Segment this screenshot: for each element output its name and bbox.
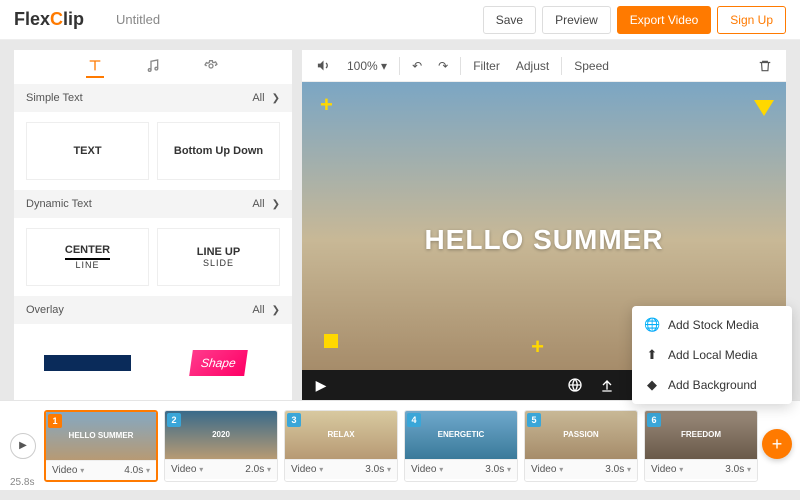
- volume-icon[interactable]: [312, 56, 335, 75]
- section-all: All: [252, 304, 264, 316]
- canvas-text-overlay[interactable]: HELLO SUMMER: [424, 224, 663, 256]
- speed-button[interactable]: Speed: [570, 57, 613, 75]
- clip[interactable]: 5 PASSION Video ▾ 3.0s ▾: [524, 410, 638, 482]
- preset-shape[interactable]: Shape: [157, 334, 280, 392]
- tab-text[interactable]: [86, 60, 104, 78]
- section-dynamic-text[interactable]: Dynamic Text All ❯: [14, 190, 292, 218]
- redo-icon[interactable]: ↷: [434, 57, 452, 75]
- clip-number: 6: [647, 413, 661, 427]
- preset-center-line[interactable]: CENTER LINE: [26, 228, 149, 286]
- sidebar-tabs: [14, 50, 292, 84]
- preview-button[interactable]: Preview: [542, 6, 611, 34]
- preview-toolbar: 100% ▾ ↶ ↷ Filter Adjust Speed: [302, 50, 786, 82]
- clip-type: Video ▾: [411, 464, 443, 475]
- clip-type: Video ▾: [651, 464, 683, 475]
- clip-type: Video ▾: [291, 464, 323, 475]
- logo-accent: C: [50, 9, 63, 29]
- clip-number: 3: [287, 413, 301, 427]
- preset-row-simple: TEXT Bottom Up Down: [14, 112, 292, 190]
- preset-row-overlay: Shape: [14, 324, 292, 392]
- filter-button[interactable]: Filter: [469, 57, 504, 75]
- tab-settings[interactable]: [202, 60, 220, 78]
- globe-icon[interactable]: [566, 376, 584, 394]
- play-icon[interactable]: ▶: [312, 376, 330, 394]
- preset-rectangle[interactable]: [26, 334, 149, 392]
- clip-duration: 3.0s ▾: [485, 464, 511, 475]
- decoration-plus-icon: +: [531, 334, 544, 360]
- clip-duration: 3.0s ▾: [365, 464, 391, 475]
- globe-icon: 🌐: [644, 317, 660, 333]
- clip-label: 2020: [212, 430, 230, 439]
- clip-label: PASSION: [563, 430, 598, 439]
- section-simple-text[interactable]: Simple Text All ❯: [14, 84, 292, 112]
- clip-duration: 4.0s ▾: [124, 465, 150, 476]
- logo: FlexClip: [14, 9, 84, 30]
- preset-row-dynamic: CENTER LINE LINE UP SLIDE: [14, 218, 292, 296]
- decoration-triangle-icon: [754, 100, 774, 116]
- preset-text[interactable]: TEXT: [26, 122, 149, 180]
- upload-icon: ⬆: [644, 347, 660, 363]
- clips-container: 1 HELLO SUMMER Video ▾ 4.0s ▾ 2 2020 Video ▾ 2.…: [44, 410, 790, 482]
- add-local-media[interactable]: ⬆Add Local Media: [632, 340, 792, 370]
- zoom-level[interactable]: 100% ▾: [343, 57, 391, 75]
- chevron-right-icon: ❯: [272, 305, 280, 316]
- clip-type: Video ▾: [531, 464, 563, 475]
- decoration-square-icon: [324, 334, 338, 348]
- adjust-button[interactable]: Adjust: [512, 57, 553, 75]
- clip-number: 1: [48, 414, 62, 428]
- section-all: All: [252, 198, 264, 210]
- clip-type: Video ▾: [171, 464, 203, 475]
- undo-icon[interactable]: ↶: [408, 57, 426, 75]
- app-header: FlexClip Untitled Save Preview Export Vi…: [0, 0, 800, 40]
- clip[interactable]: 2 2020 Video ▾ 2.0s ▾: [164, 410, 278, 482]
- clip[interactable]: 1 HELLO SUMMER Video ▾ 4.0s ▾: [44, 410, 158, 482]
- paint-icon: ◆: [644, 377, 660, 393]
- preset-line-up-slide[interactable]: LINE UP SLIDE: [157, 228, 280, 286]
- decoration-plus-icon: +: [320, 92, 333, 118]
- clip[interactable]: 3 RELAX Video ▾ 3.0s ▾: [284, 410, 398, 482]
- project-title[interactable]: Untitled: [116, 12, 160, 27]
- clip-label: FREEDOM: [681, 430, 721, 439]
- clip-label: HELLO SUMMER: [69, 431, 134, 440]
- preset-bottom-up-down[interactable]: Bottom Up Down: [157, 122, 280, 180]
- signup-button[interactable]: Sign Up: [717, 6, 786, 34]
- export-button[interactable]: Export Video: [617, 6, 712, 34]
- logo-text2: lip: [63, 9, 84, 29]
- section-label: Dynamic Text: [26, 198, 92, 210]
- clip-duration: 3.0s ▾: [605, 464, 631, 475]
- chevron-right-icon: ❯: [272, 93, 280, 104]
- add-clip-button[interactable]: +: [762, 429, 792, 459]
- sidebar: Simple Text All ❯ TEXT Bottom Up Down Dy…: [14, 50, 292, 400]
- clip-duration: 2.0s ▾: [245, 464, 271, 475]
- section-all: All: [252, 92, 264, 104]
- add-background[interactable]: ◆Add Background: [632, 370, 792, 400]
- chevron-right-icon: ❯: [272, 199, 280, 210]
- clip-type: Video ▾: [52, 465, 84, 476]
- timeline-play-button[interactable]: ▶: [10, 433, 36, 459]
- timeline: ▶ 25.8s 1 HELLO SUMMER Video ▾ 4.0s ▾ 2 2020 V…: [0, 400, 800, 490]
- delete-icon[interactable]: [754, 57, 776, 75]
- tab-music[interactable]: [144, 60, 162, 78]
- add-media-menu: 🌐Add Stock Media ⬆Add Local Media ◆Add B…: [632, 306, 792, 404]
- save-button[interactable]: Save: [483, 6, 536, 34]
- clip-number: 5: [527, 413, 541, 427]
- clip[interactable]: 4 ENERGETIC Video ▾ 3.0s ▾: [404, 410, 518, 482]
- clip-label: RELAX: [327, 430, 354, 439]
- section-label: Overlay: [26, 304, 64, 316]
- add-stock-media[interactable]: 🌐Add Stock Media: [632, 310, 792, 340]
- section-label: Simple Text: [26, 92, 83, 104]
- logo-text: Flex: [14, 9, 50, 29]
- clip[interactable]: 6 FREEDOM Video ▾ 3.0s ▾: [644, 410, 758, 482]
- upload-icon[interactable]: [598, 376, 616, 394]
- clip-label: ENERGETIC: [438, 430, 485, 439]
- clip-duration: 3.0s ▾: [725, 464, 751, 475]
- total-duration: 25.8s: [10, 477, 34, 488]
- clip-number: 2: [167, 413, 181, 427]
- clip-number: 4: [407, 413, 421, 427]
- section-overlay[interactable]: Overlay All ❯: [14, 296, 292, 324]
